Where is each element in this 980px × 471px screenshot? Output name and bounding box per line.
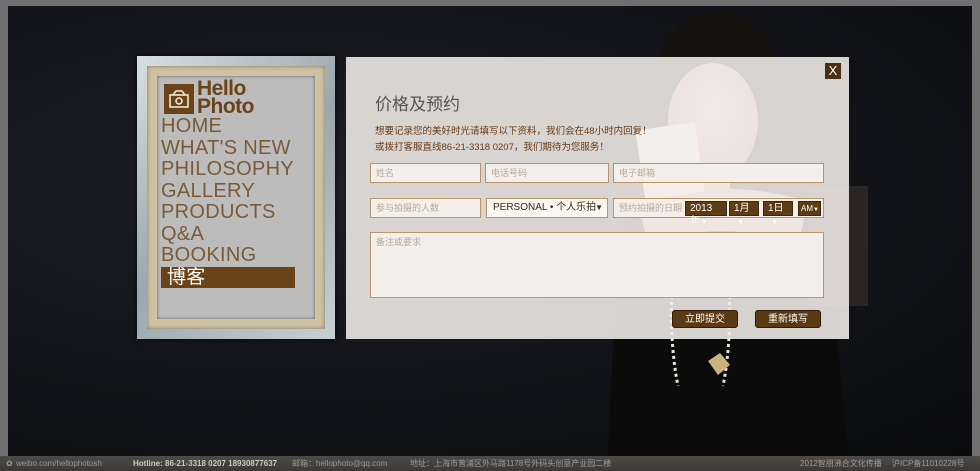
- footer-icp[interactable]: 沪ICP备11010228号: [892, 456, 964, 471]
- camera-icon: [164, 84, 194, 114]
- reset-button[interactable]: 重新填写: [755, 310, 821, 328]
- nav-item-gallery[interactable]: GALLERY: [161, 180, 295, 203]
- footer-copyright: 2012智朋沸合文化传播: [800, 459, 882, 468]
- chevron-down-icon: ▼: [737, 219, 744, 226]
- footer-address: 地址：上海市普浦区外马路1178号外码头创意产业园二楼: [410, 459, 612, 468]
- nav-panel: Hello Photo HOME WHAT'S NEW PHILOSOPHY G…: [157, 76, 315, 319]
- submit-button[interactable]: 立即提交: [672, 310, 738, 328]
- date-label: 预约拍摄的日期: [619, 203, 683, 213]
- modal-description: 想要记录您的美好时光请填写以下资料，我们会在48小时内回复！ 或拨打客服直线86…: [375, 124, 652, 156]
- email-input[interactable]: 电子邮箱: [613, 163, 824, 183]
- picture-frame: Hello Photo HOME WHAT'S NEW PHILOSOPHY G…: [137, 56, 335, 339]
- package-select[interactable]: PERSONAL • 个人乐拍 ▼: [486, 198, 608, 218]
- day-select[interactable]: 1日 ▼: [763, 201, 793, 226]
- month-select[interactable]: 1月 ▼: [729, 201, 759, 226]
- phone-input[interactable]: 电话号码: [485, 163, 609, 183]
- chevron-down-icon: ▼: [595, 203, 603, 212]
- logo-word-photo: Photo: [197, 95, 254, 118]
- footer-email[interactable]: 邮箱：hellophoto@qq.com: [292, 456, 387, 471]
- description-line-1: 想要记录您的美好时光请填写以下资料，我们会在48小时内回复！: [375, 126, 652, 137]
- nav-item-booking[interactable]: BOOKING: [161, 244, 295, 267]
- day-value: 1日: [768, 203, 784, 214]
- package-select-value: PERSONAL • 个人乐拍: [493, 202, 597, 213]
- footer-weibo-link[interactable]: weibo.com/hellophotosh: [16, 456, 102, 471]
- nav-item-qa[interactable]: Q&A: [161, 223, 295, 246]
- ampm-select[interactable]: AM▼: [798, 201, 821, 216]
- nav-item-philosophy[interactable]: PHILOSOPHY: [161, 158, 295, 181]
- name-input[interactable]: 姓名: [370, 163, 481, 183]
- nav-item-products[interactable]: PRODUCTS: [161, 201, 295, 224]
- modal-title: 价格及预约: [375, 95, 460, 115]
- footer-bar: ✿ weibo.com/hellophotosh Hotline: 86-21-…: [0, 456, 980, 471]
- chevron-down-icon: ▼: [813, 207, 819, 213]
- close-button[interactable]: X: [825, 63, 841, 79]
- weibo-icon: ✿: [6, 459, 13, 468]
- year-select[interactable]: 2013年▼: [685, 201, 727, 227]
- description-line-2: 或拨打客服直线86-21-3318 0207，我们期待为您服务！: [375, 142, 609, 153]
- ampm-value: AM: [801, 204, 813, 213]
- main-nav: HOME WHAT'S NEW PHILOSOPHY GALLERY PRODU…: [161, 115, 295, 288]
- footer-hotline: Hotline: 86-21-3318 0207 18930877637: [133, 459, 278, 468]
- nav-item-blog[interactable]: 博客: [161, 266, 295, 288]
- nav-item-whats-new[interactable]: WHAT'S NEW: [161, 137, 295, 160]
- month-value: 1月: [734, 203, 750, 214]
- notes-textarea[interactable]: 备注或要求: [370, 232, 824, 298]
- people-count-input[interactable]: 参与拍摄的人数: [370, 198, 481, 218]
- chevron-down-icon: ▼: [771, 219, 778, 226]
- nav-item-home[interactable]: HOME: [161, 115, 295, 138]
- site-logo[interactable]: Hello Photo: [164, 78, 314, 120]
- chevron-down-icon: ▼: [701, 219, 708, 226]
